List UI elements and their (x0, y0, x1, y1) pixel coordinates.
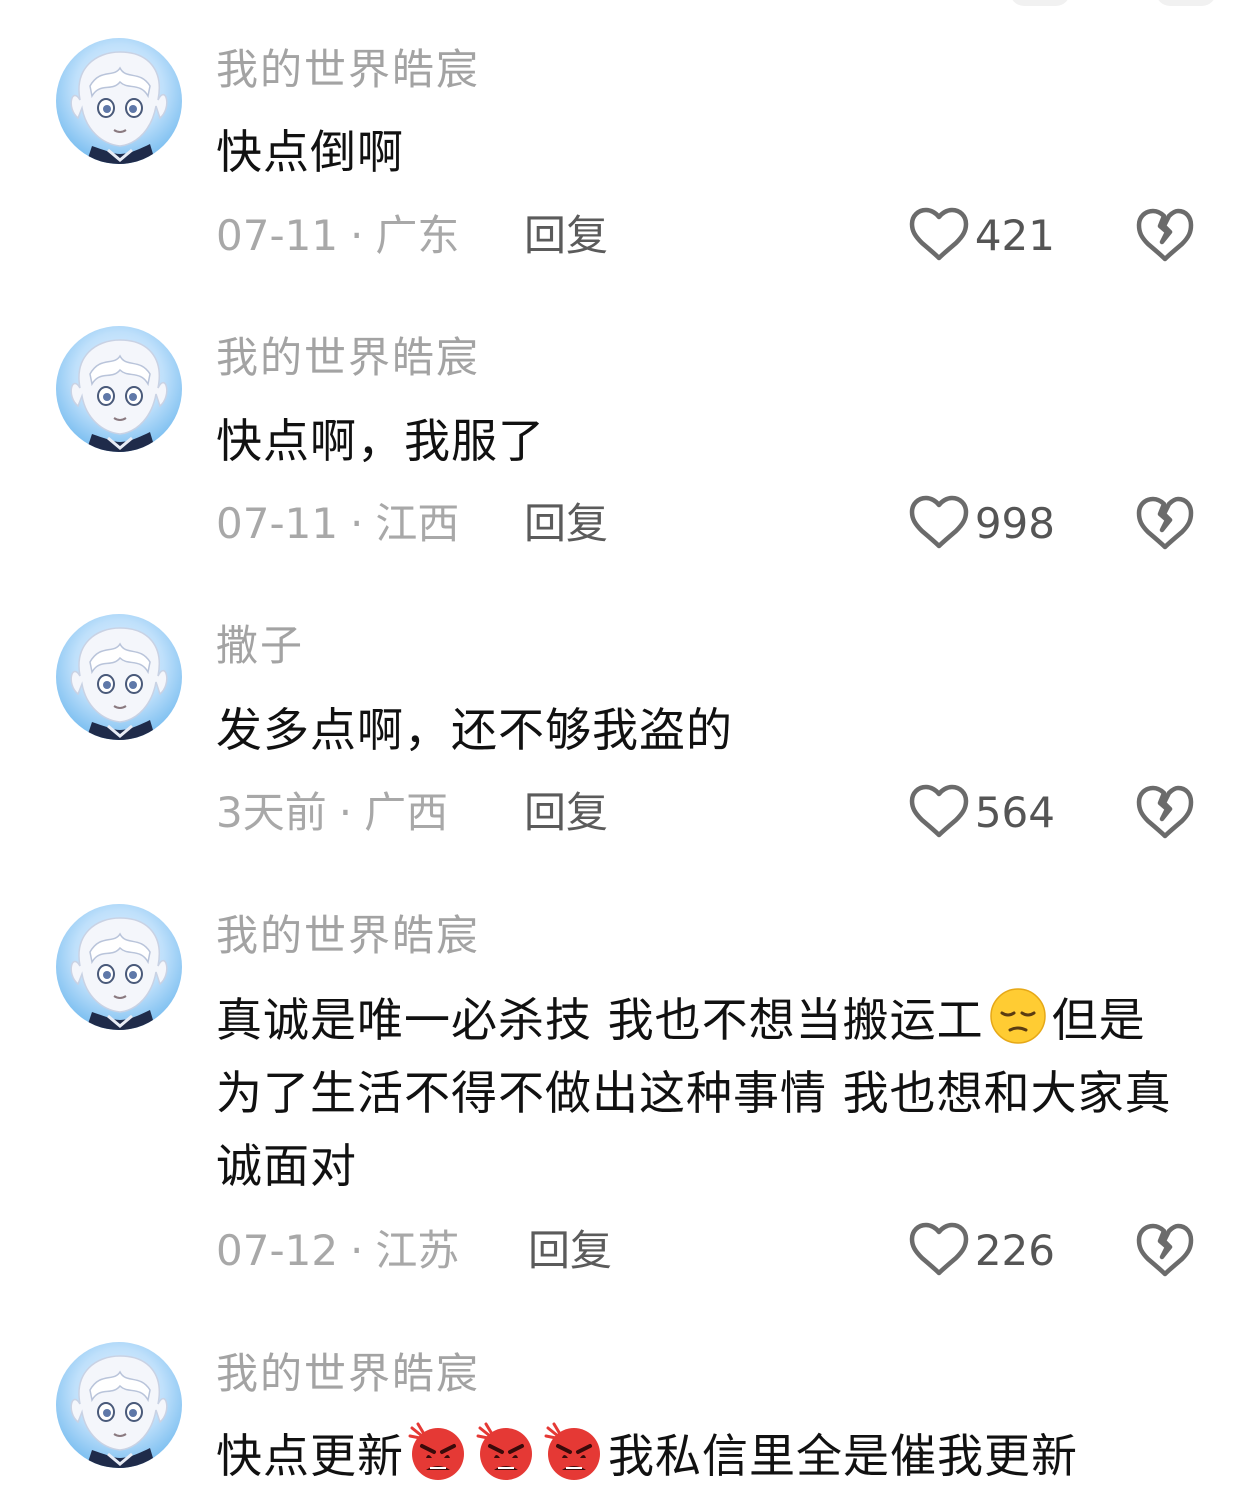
like-count: 226 (974, 1226, 1055, 1275)
comment-username[interactable]: 我的世界皓宸 (216, 332, 480, 384)
meta-separator: · (350, 499, 364, 548)
comment-text: 快点更新 我私信里全是催我更新 (216, 1420, 1186, 1493)
comment-text: 发多点啊，还不够我盗的 (216, 703, 733, 757)
comment-meta: 3天前 · 广西 (216, 787, 448, 839)
heart-outline-icon (909, 494, 969, 554)
like-count: 564 (974, 788, 1055, 837)
heart-outline-icon (909, 783, 969, 843)
heart-outline-icon (909, 206, 969, 266)
angry-face-emoji (476, 1422, 536, 1482)
comment-text-part: 真诚是唯一必杀技 我也不想当搬运工 (216, 993, 984, 1047)
comment-text-part: 快点更新 (216, 1429, 404, 1483)
dislike-button[interactable] (1136, 494, 1194, 552)
angry-face-emoji (408, 1422, 468, 1482)
broken-heart-icon (1136, 785, 1194, 845)
top-edge-fragment (1156, 0, 1216, 6)
comment-date: 07-11 (216, 499, 339, 548)
comment-date: 07-11 (216, 211, 339, 260)
comment-location: 广西 (364, 788, 449, 837)
avatar[interactable] (56, 38, 182, 164)
comment-meta: 07-11 · 江西 (216, 498, 459, 550)
avatar[interactable] (56, 1342, 182, 1468)
dislike-button[interactable] (1136, 783, 1194, 841)
dislike-button[interactable] (1136, 206, 1194, 264)
comment-username[interactable]: 我的世界皓宸 (216, 44, 480, 96)
comment-username[interactable]: 我的世界皓宸 (216, 910, 480, 962)
meta-separator: · (338, 788, 353, 837)
top-edge-fragment (1010, 0, 1070, 6)
comment-location: 江西 (375, 499, 460, 548)
meta-separator: · (350, 1226, 364, 1275)
comment-meta: 07-12 · 江苏 (216, 1225, 459, 1277)
like-button[interactable]: 564 (909, 783, 1055, 843)
comment-username[interactable]: 我的世界皓宸 (216, 1348, 480, 1400)
broken-heart-icon (1136, 208, 1194, 268)
reply-button[interactable]: 回复 (524, 210, 608, 262)
meta-separator: · (350, 211, 364, 260)
like-count: 421 (974, 211, 1055, 260)
comment-text-part: 我私信里全是催我更新 (608, 1429, 1078, 1483)
pensive-face-emoji (988, 986, 1048, 1046)
reply-button[interactable]: 回复 (524, 498, 608, 550)
like-count: 998 (974, 499, 1055, 548)
avatar[interactable] (56, 326, 182, 452)
comment-text: 真诚是唯一必杀技 我也不想当搬运工 但是为了生活不得不做出这种事情 我也想和大家真… (216, 984, 1186, 1203)
dislike-button[interactable] (1136, 1221, 1194, 1279)
comment-text: 快点倒啊 (216, 125, 404, 179)
avatar[interactable] (56, 904, 182, 1030)
comment-username[interactable]: 撒子 (216, 620, 304, 672)
heart-outline-icon (909, 1221, 969, 1281)
angry-face-emoji (544, 1422, 604, 1482)
like-button[interactable]: 998 (909, 494, 1055, 554)
comment-text: 快点啊，我服了 (216, 414, 545, 468)
like-button[interactable]: 226 (909, 1221, 1055, 1281)
broken-heart-icon (1136, 496, 1194, 556)
avatar[interactable] (56, 614, 182, 740)
reply-button[interactable]: 回复 (528, 1225, 612, 1277)
reply-button[interactable]: 回复 (524, 787, 608, 839)
broken-heart-icon (1136, 1223, 1194, 1283)
like-button[interactable]: 421 (909, 206, 1055, 266)
comment-location: 广东 (375, 211, 460, 260)
comment-date: 3天前 (216, 788, 327, 837)
comment-date: 07-12 (216, 1226, 339, 1275)
comment-meta: 07-11 · 广东 (216, 210, 459, 262)
comment-location: 江苏 (375, 1226, 460, 1275)
